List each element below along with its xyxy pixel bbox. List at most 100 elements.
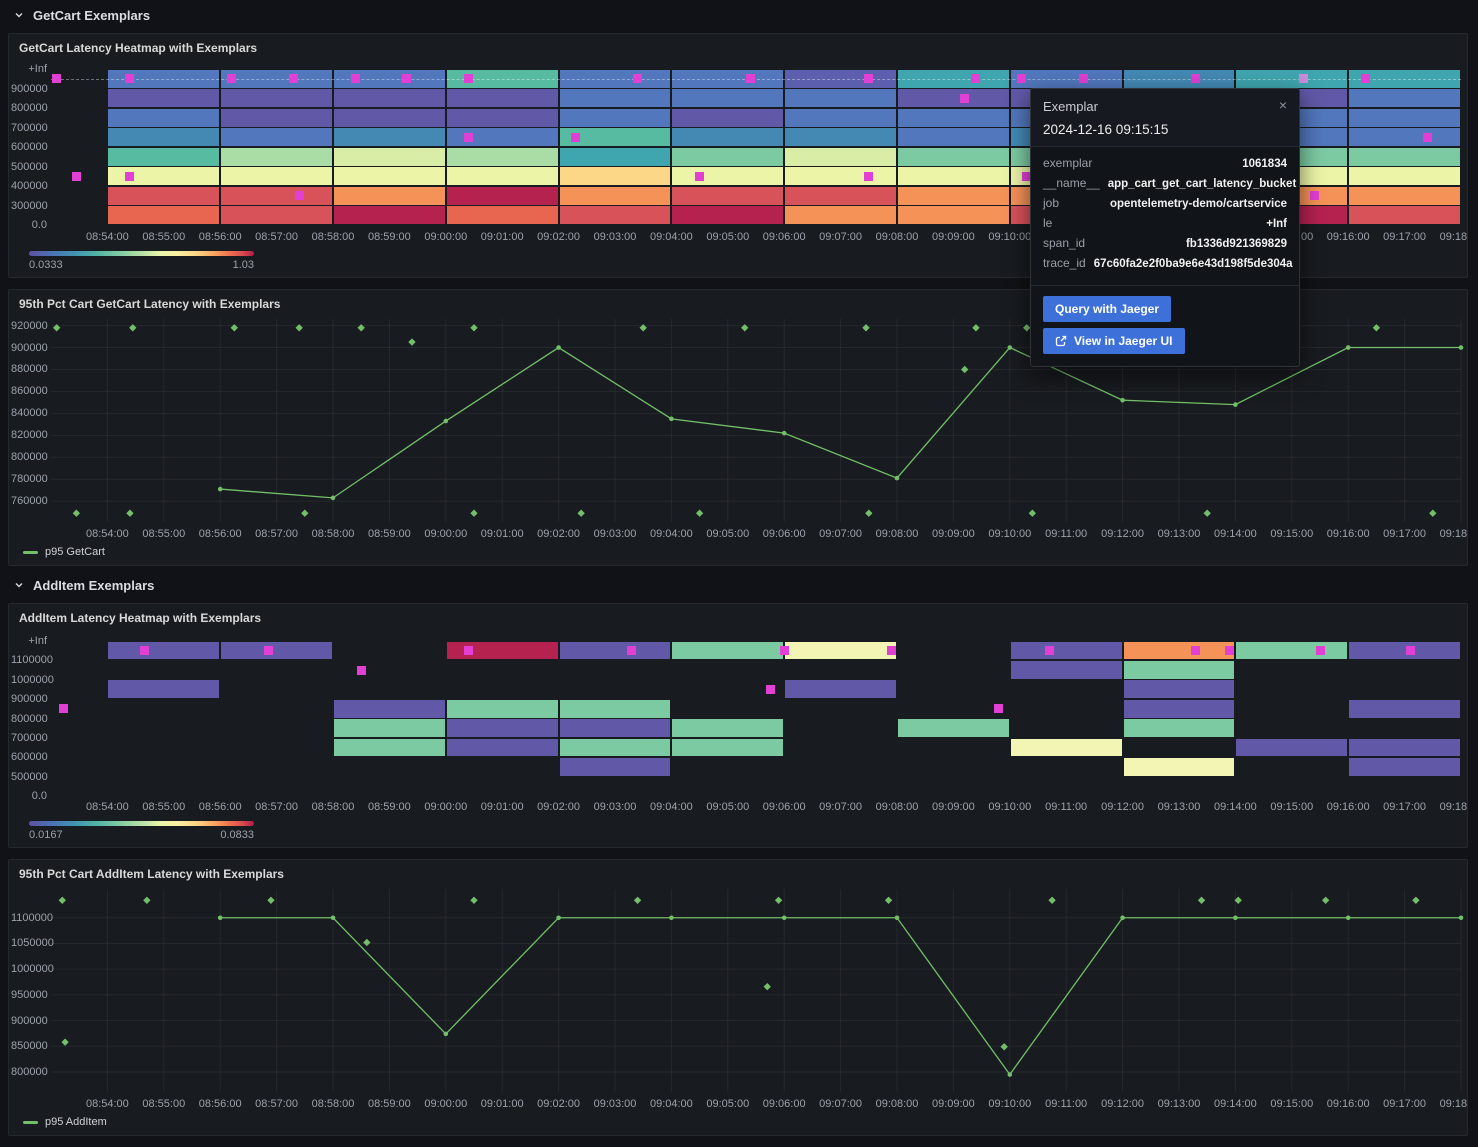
series-legend[interactable]: p95 GetCart [23,546,105,558]
exemplar-marker[interactable] [627,646,636,655]
heatmap-cell[interactable] [447,148,558,166]
heatmap-cell[interactable] [898,719,1009,737]
heatmap-cell[interactable] [108,187,219,205]
exemplar-marker[interactable] [1045,646,1054,655]
heatmap-cell[interactable] [672,128,783,146]
heatmap-cell[interactable] [108,128,219,146]
exemplar-diamond[interactable] [764,983,771,990]
exemplar-marker[interactable] [571,133,580,142]
heatmap-cell[interactable] [560,109,671,127]
heatmap-cell[interactable] [1124,700,1235,718]
exemplar-marker[interactable] [289,74,298,83]
heatmap-cell[interactable] [447,89,558,107]
heatmap-cell[interactable] [560,700,671,718]
exemplar-diamond[interactable] [1198,897,1205,904]
heatmap-cell[interactable] [334,739,445,757]
exemplar-diamond[interactable] [470,510,477,517]
heatmap-cell[interactable] [1236,739,1347,757]
exemplar-diamond[interactable] [73,510,80,517]
heatmap-cell[interactable] [221,89,332,107]
heatmap-cell[interactable] [898,187,1009,205]
exemplar-marker[interactable] [633,74,642,83]
heatmap-cell[interactable] [560,642,671,660]
heatmap-cell[interactable] [1349,187,1460,205]
exemplar-diamond[interactable] [301,510,308,517]
exemplar-marker[interactable] [1310,191,1319,200]
heatmap-cell[interactable] [898,148,1009,166]
exemplar-diamond[interactable] [885,897,892,904]
heatmap-cell[interactable] [785,206,896,224]
heatmap-cell[interactable] [672,187,783,205]
heatmap-cell[interactable] [221,167,332,185]
exemplar-diamond[interactable] [59,897,66,904]
heatmap-cell[interactable] [560,167,671,185]
heatmap-cell[interactable] [221,206,332,224]
heatmap-cell[interactable] [447,167,558,185]
heatmap-cell[interactable] [108,206,219,224]
exemplar-marker[interactable] [960,94,969,103]
exemplar-diamond[interactable] [408,338,415,345]
exemplar-marker[interactable] [1017,74,1026,83]
heatmap-cell[interactable] [447,719,558,737]
heatmap-cell[interactable] [785,148,896,166]
exemplar-marker[interactable] [464,646,473,655]
exemplar-marker[interactable] [1299,74,1308,83]
exemplar-marker[interactable] [227,74,236,83]
exemplar-marker[interactable] [464,74,473,83]
exemplar-diamond[interactable] [1429,510,1436,517]
exemplar-diamond[interactable] [696,510,703,517]
heatmap-cell[interactable] [334,187,445,205]
heatmap-cell[interactable] [1124,719,1235,737]
heatmap-cell[interactable] [1349,109,1460,127]
heatmap-cell[interactable] [898,206,1009,224]
exemplar-diamond[interactable] [1029,510,1036,517]
section-header-getcart[interactable]: GetCart Exemplars [8,2,150,28]
exemplar-marker[interactable] [780,646,789,655]
heatmap-cell[interactable] [334,206,445,224]
heatmap-cell[interactable] [898,167,1009,185]
heatmap-cell[interactable] [108,148,219,166]
heatmap-cell[interactable] [108,89,219,107]
exemplar-diamond[interactable] [126,510,133,517]
heatmap-cell[interactable] [221,642,332,660]
heatmap-cell[interactable] [221,187,332,205]
heatmap-cell[interactable] [1124,642,1235,660]
heatmap-cell[interactable] [1124,661,1235,679]
exemplar-marker[interactable] [59,704,68,713]
exemplar-marker[interactable] [402,74,411,83]
exemplar-marker[interactable] [1361,74,1370,83]
latency-line-chart[interactable] [51,889,1461,1100]
heatmap-cell[interactable] [1349,167,1460,185]
heatmap-cell[interactable] [560,187,671,205]
exemplar-marker[interactable] [125,172,134,181]
heatmap-cell[interactable] [1349,206,1460,224]
exemplar-diamond[interactable] [577,510,584,517]
exemplar-marker[interactable] [864,74,873,83]
heatmap-cell[interactable] [1349,89,1460,107]
exemplar-marker[interactable] [746,74,755,83]
heatmap-cell[interactable] [447,700,558,718]
exemplar-marker[interactable] [357,666,366,675]
exemplar-marker[interactable] [1423,133,1432,142]
heatmap-cell[interactable] [672,206,783,224]
exemplar-diamond[interactable] [961,366,968,373]
heatmap-cell[interactable] [672,148,783,166]
exemplar-marker[interactable] [125,74,134,83]
heatmap-cell[interactable] [1349,739,1460,757]
heatmap-cell[interactable] [785,167,896,185]
exemplar-marker[interactable] [994,704,1003,713]
exemplar-marker[interactable] [264,646,273,655]
exemplar-diamond[interactable] [775,897,782,904]
heatmap-cell[interactable] [785,89,896,107]
heatmap-cell[interactable] [560,206,671,224]
exemplar-marker[interactable] [52,74,61,83]
heatmap-cell[interactable] [672,89,783,107]
heatmap-cell[interactable] [334,148,445,166]
heatmap-cell[interactable] [221,109,332,127]
heatmap-cell[interactable] [334,167,445,185]
series-legend[interactable]: p95 AddItem [23,1116,107,1128]
close-icon[interactable]: × [1279,99,1287,111]
exemplar-diamond[interactable] [470,897,477,904]
exemplar-diamond[interactable] [865,510,872,517]
exemplar-marker[interactable] [1225,646,1234,655]
